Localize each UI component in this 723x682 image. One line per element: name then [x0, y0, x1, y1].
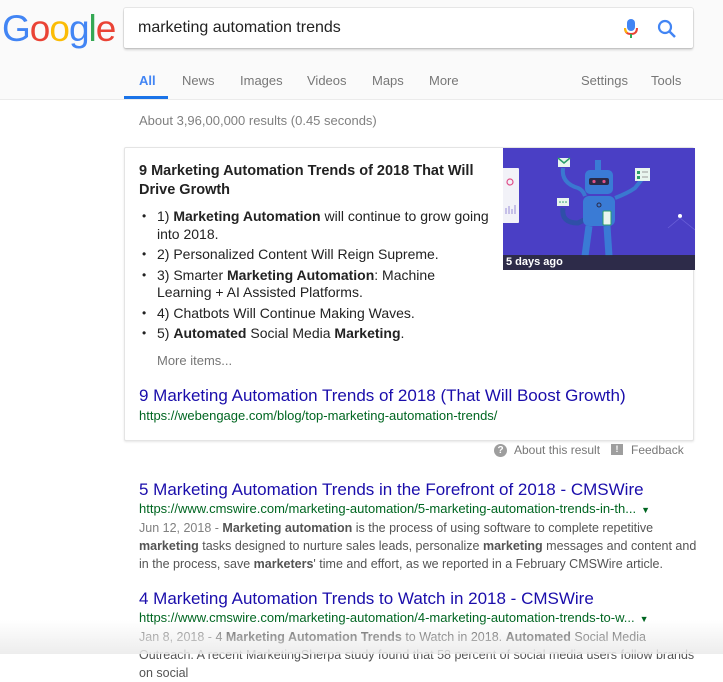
question-icon[interactable]: ? [494, 444, 507, 457]
search-tabs: All News Images Videos Maps More Setting… [0, 70, 723, 100]
result-url-text: https://www.cmswire.com/marketing-automa… [139, 501, 637, 516]
search-result: 4 Marketing Automation Trends to Watch i… [139, 588, 699, 682]
featured-list-item: 5) Automated Social Media Marketing. [139, 325, 489, 343]
result-stats: About 3,96,00,000 results (0.45 seconds) [139, 113, 377, 128]
feedback-link[interactable]: Feedback [631, 443, 684, 457]
featured-image[interactable]: 5 days ago [503, 148, 695, 270]
tools-link[interactable]: Tools [651, 73, 681, 88]
logo-letter: o [49, 8, 70, 49]
featured-list-item: 3) Smarter Marketing Automation: Machine… [139, 267, 489, 302]
result-url: https://www.cmswire.com/marketing-automa… [139, 609, 699, 628]
caret-down-icon[interactable]: ▼ [640, 614, 649, 624]
tab-news[interactable]: News [182, 73, 215, 88]
more-items-link[interactable]: More items... [157, 353, 232, 368]
active-tab-indicator [124, 96, 168, 99]
result-title-link[interactable]: 5 Marketing Automation Trends in the For… [139, 479, 699, 500]
logo-letter: g [68, 8, 90, 49]
google-logo[interactable]: Google [2, 8, 117, 50]
settings-link[interactable]: Settings [581, 73, 628, 88]
tab-videos[interactable]: Videos [307, 73, 347, 88]
featured-list-item: 1) Marketing Automation will continue to… [139, 208, 489, 243]
featured-snippet: 9 Marketing Automation Trends of 2018 Th… [124, 147, 695, 441]
about-this-result-link[interactable]: About this result [514, 443, 600, 457]
logo-letter: e [95, 8, 117, 49]
feedback-icon[interactable]: ! [611, 444, 623, 455]
result-title-link[interactable]: 4 Marketing Automation Trends to Watch i… [139, 588, 699, 609]
microphone-icon[interactable] [622, 18, 640, 40]
tab-images[interactable]: Images [240, 73, 283, 88]
search-input[interactable] [138, 8, 598, 48]
tab-all[interactable]: All [139, 73, 156, 88]
tab-maps[interactable]: Maps [372, 73, 404, 88]
robot-illustration [503, 148, 695, 270]
image-timestamp: 5 days ago [503, 255, 695, 270]
featured-title: 9 Marketing Automation Trends of 2018 Th… [139, 163, 474, 198]
featured-list: 1) Marketing Automation will continue to… [139, 208, 489, 346]
search-result: 5 Marketing Automation Trends in the For… [139, 479, 699, 573]
result-snippet: Jan 8, 2018 - 4 Marketing Automation Tre… [139, 630, 695, 680]
result-snippet: Jun 12, 2018 - Marketing automation is t… [139, 521, 697, 571]
logo-letter: l [88, 8, 97, 49]
featured-link[interactable]: 9 Marketing Automation Trends of 2018 (T… [139, 386, 626, 406]
featured-url: https://webengage.com/blog/top-marketing… [139, 408, 498, 423]
magnifier-icon[interactable] [656, 18, 678, 40]
logo-letter: G [2, 8, 31, 49]
header: Google All News Images Videos Maps More … [0, 0, 723, 100]
caret-down-icon[interactable]: ▼ [641, 505, 650, 515]
result-url: https://www.cmswire.com/marketing-automa… [139, 500, 699, 519]
tab-more[interactable]: More [429, 73, 459, 88]
featured-list-item: 2) Personalized Content Will Reign Supre… [139, 246, 489, 264]
logo-letter: o [29, 8, 51, 49]
search-box [124, 8, 693, 48]
featured-list-item: 4) Chatbots Will Continue Making Waves. [139, 305, 489, 323]
result-url-text: https://www.cmswire.com/marketing-automa… [139, 610, 635, 625]
